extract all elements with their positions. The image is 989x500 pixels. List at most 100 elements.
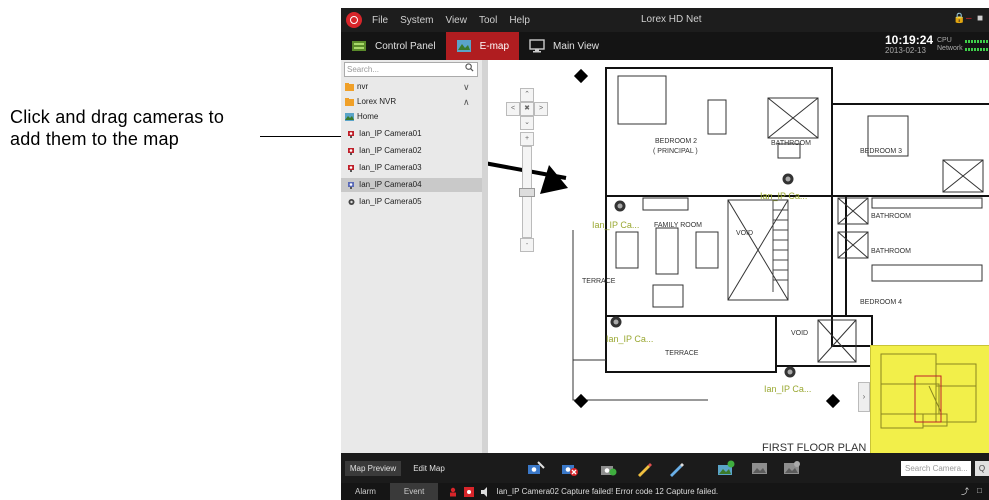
menu-tool[interactable]: Tool	[479, 15, 497, 26]
map-camera-label[interactable]: Ian_IP Ca...	[606, 334, 653, 344]
map-camera-label[interactable]: Ian_IP Ca...	[592, 220, 639, 230]
pin-icon[interactable]: ⤴	[961, 486, 969, 497]
add-camera-icon[interactable]	[527, 460, 545, 477]
tree-item-label: Ian_IP Camera04	[359, 180, 422, 189]
tab-label: Control Panel	[375, 40, 436, 52]
add-alarm-icon[interactable]	[599, 460, 617, 477]
camera-icon	[348, 131, 354, 138]
pan-left-button[interactable]: <	[506, 102, 520, 116]
edit-icon[interactable]	[635, 460, 653, 477]
floor-plan-title: FIRST FLOOR PLAN	[762, 442, 867, 453]
tree-item-camera04[interactable]: Ian_IP Camera04	[341, 178, 482, 192]
menu-view[interactable]: View	[445, 15, 467, 26]
remove-map-icon[interactable]	[783, 460, 801, 477]
camera-icon	[348, 199, 355, 205]
add-hotspot-icon[interactable]	[717, 460, 735, 477]
room-label-family-room: FAMILY ROOM	[654, 222, 702, 229]
search-camera-input[interactable]: Search Camera...	[901, 461, 971, 476]
map-camera-icon[interactable]	[784, 366, 796, 378]
folder-icon	[345, 83, 354, 91]
restore-icon[interactable]: □	[977, 486, 982, 495]
pan-center-button[interactable]: ✖	[520, 102, 534, 116]
callout-leader-line	[260, 136, 345, 137]
tree-item-home[interactable]: Home	[341, 110, 482, 124]
callout-line-1: Click and drag cameras to	[10, 107, 225, 127]
tab-control-panel[interactable]: Control Panel	[341, 32, 446, 60]
room-label-terrace-lower: TERRACE	[665, 350, 699, 357]
lorex-app-window: File System View Tool Help Lorex HD Net …	[341, 8, 989, 500]
map-camera-icon[interactable]	[782, 173, 794, 185]
map-camera-label[interactable]: Ian_IP Ca...	[760, 191, 807, 201]
room-label-terrace-left: TERRACE	[582, 278, 616, 285]
tree-item-label: Lorex NVR	[357, 97, 397, 106]
lorex-logo-icon	[346, 12, 362, 28]
minimize-icon[interactable]: –	[966, 13, 972, 24]
alarm-tab[interactable]: Alarm	[341, 483, 390, 500]
record-icon[interactable]	[464, 486, 475, 497]
preview-floor-plan	[880, 353, 977, 429]
lock-icon[interactable]: 🔒	[953, 13, 965, 24]
pan-right-button[interactable]: >	[534, 102, 548, 116]
tree-item-label: Ian_IP Camera05	[359, 197, 422, 206]
tab-main-view[interactable]: Main View	[519, 32, 609, 60]
preview-toggle-button[interactable]: ›	[858, 382, 870, 412]
emap-toolbar: Map Preview Edit Map Search Camera... Q	[341, 453, 989, 483]
menu-help[interactable]: Help	[509, 15, 530, 26]
callout-line-2: add them to the map	[10, 129, 179, 149]
search-camera-button[interactable]: Q	[975, 461, 989, 476]
tab-label: Main View	[553, 40, 599, 52]
room-label-bathroom-lower: BATHROOM	[871, 248, 911, 255]
close-icon[interactable]: ■	[977, 13, 983, 24]
tree-item-camera03[interactable]: Ian_IP Camera03	[341, 161, 482, 175]
folder-icon	[345, 98, 354, 106]
edit-map-button[interactable]: Edit Map	[407, 461, 451, 476]
window-title: Lorex HD Net	[641, 14, 702, 25]
search-icon[interactable]	[465, 63, 474, 72]
map-link-icon[interactable]	[751, 460, 769, 477]
speaker-icon[interactable]	[480, 486, 490, 497]
map-camera-label[interactable]: Ian_IP Ca...	[764, 384, 811, 394]
room-label-principal: ( PRINCIPAL )	[653, 148, 698, 155]
room-label-bedroom4: BEDROOM 4	[860, 299, 903, 306]
tree-item-camera01[interactable]: Ian_IP Camera01	[341, 127, 482, 141]
alarm-person-icon[interactable]	[448, 487, 458, 497]
pan-up-button[interactable]: ⌃	[520, 88, 534, 102]
map-camera-icon[interactable]	[610, 316, 622, 328]
tree-item-nvr[interactable]: nvr ∨	[341, 80, 482, 94]
room-label-bathroom-upper: BATHROOM	[771, 140, 811, 147]
tab-label: E-map	[479, 40, 510, 52]
network-label: Network	[937, 45, 963, 52]
tree-item-camera05[interactable]: Ian_IP Camera05	[341, 195, 482, 209]
tab-emap[interactable]: E-map	[445, 32, 520, 60]
tree-item-label: nvr	[357, 82, 369, 91]
tree-item-lorex-nvr[interactable]: Lorex NVR ∧	[341, 95, 482, 109]
menu-system[interactable]: System	[400, 15, 433, 26]
menu-file[interactable]: File	[372, 15, 388, 26]
chevron-up-icon[interactable]: ∧	[463, 95, 470, 109]
pan-down-button[interactable]: ⌄	[520, 116, 534, 130]
tree-item-label: Ian_IP Camera01	[359, 129, 422, 138]
room-label-bedroom2: BEDROOM 2	[655, 138, 698, 145]
device-tree-panel: Search... nvr ∨ Lorex NVR ∧ Home Ian_IP …	[341, 60, 482, 453]
map-preview-button[interactable]: Map Preview	[345, 461, 401, 476]
map-camera-icon[interactable]	[614, 200, 626, 212]
callout-text: Click and drag cameras to add them to th…	[10, 106, 310, 150]
modify-icon[interactable]	[667, 460, 685, 477]
room-label-void-lower: VOID	[791, 330, 809, 337]
tree-search-input[interactable]: Search...	[344, 62, 478, 77]
zoom-out-button[interactable]: -	[520, 238, 534, 252]
tree-item-label: Ian_IP Camera03	[359, 163, 422, 172]
room-label-void-upper: VOID	[736, 230, 754, 237]
zoom-slider-handle[interactable]	[519, 188, 535, 197]
chevron-down-icon[interactable]: ∨	[463, 80, 470, 94]
tree-item-camera02[interactable]: Ian_IP Camera02	[341, 144, 482, 158]
room-label-bedroom3: BEDROOM 3	[860, 148, 903, 155]
emap-canvas[interactable]: BEDROOM 2 ( PRINCIPAL ) BATHROOM BEDROOM…	[488, 60, 989, 453]
clock-time: 10:19:24	[885, 33, 934, 47]
event-tab[interactable]: Event	[389, 483, 439, 500]
zoom-in-button[interactable]: +	[520, 132, 534, 146]
delete-camera-icon[interactable]	[561, 460, 579, 477]
cpu-label: CPU	[937, 37, 952, 44]
map-preview-overview[interactable]	[870, 345, 989, 453]
network-meter	[965, 48, 989, 51]
